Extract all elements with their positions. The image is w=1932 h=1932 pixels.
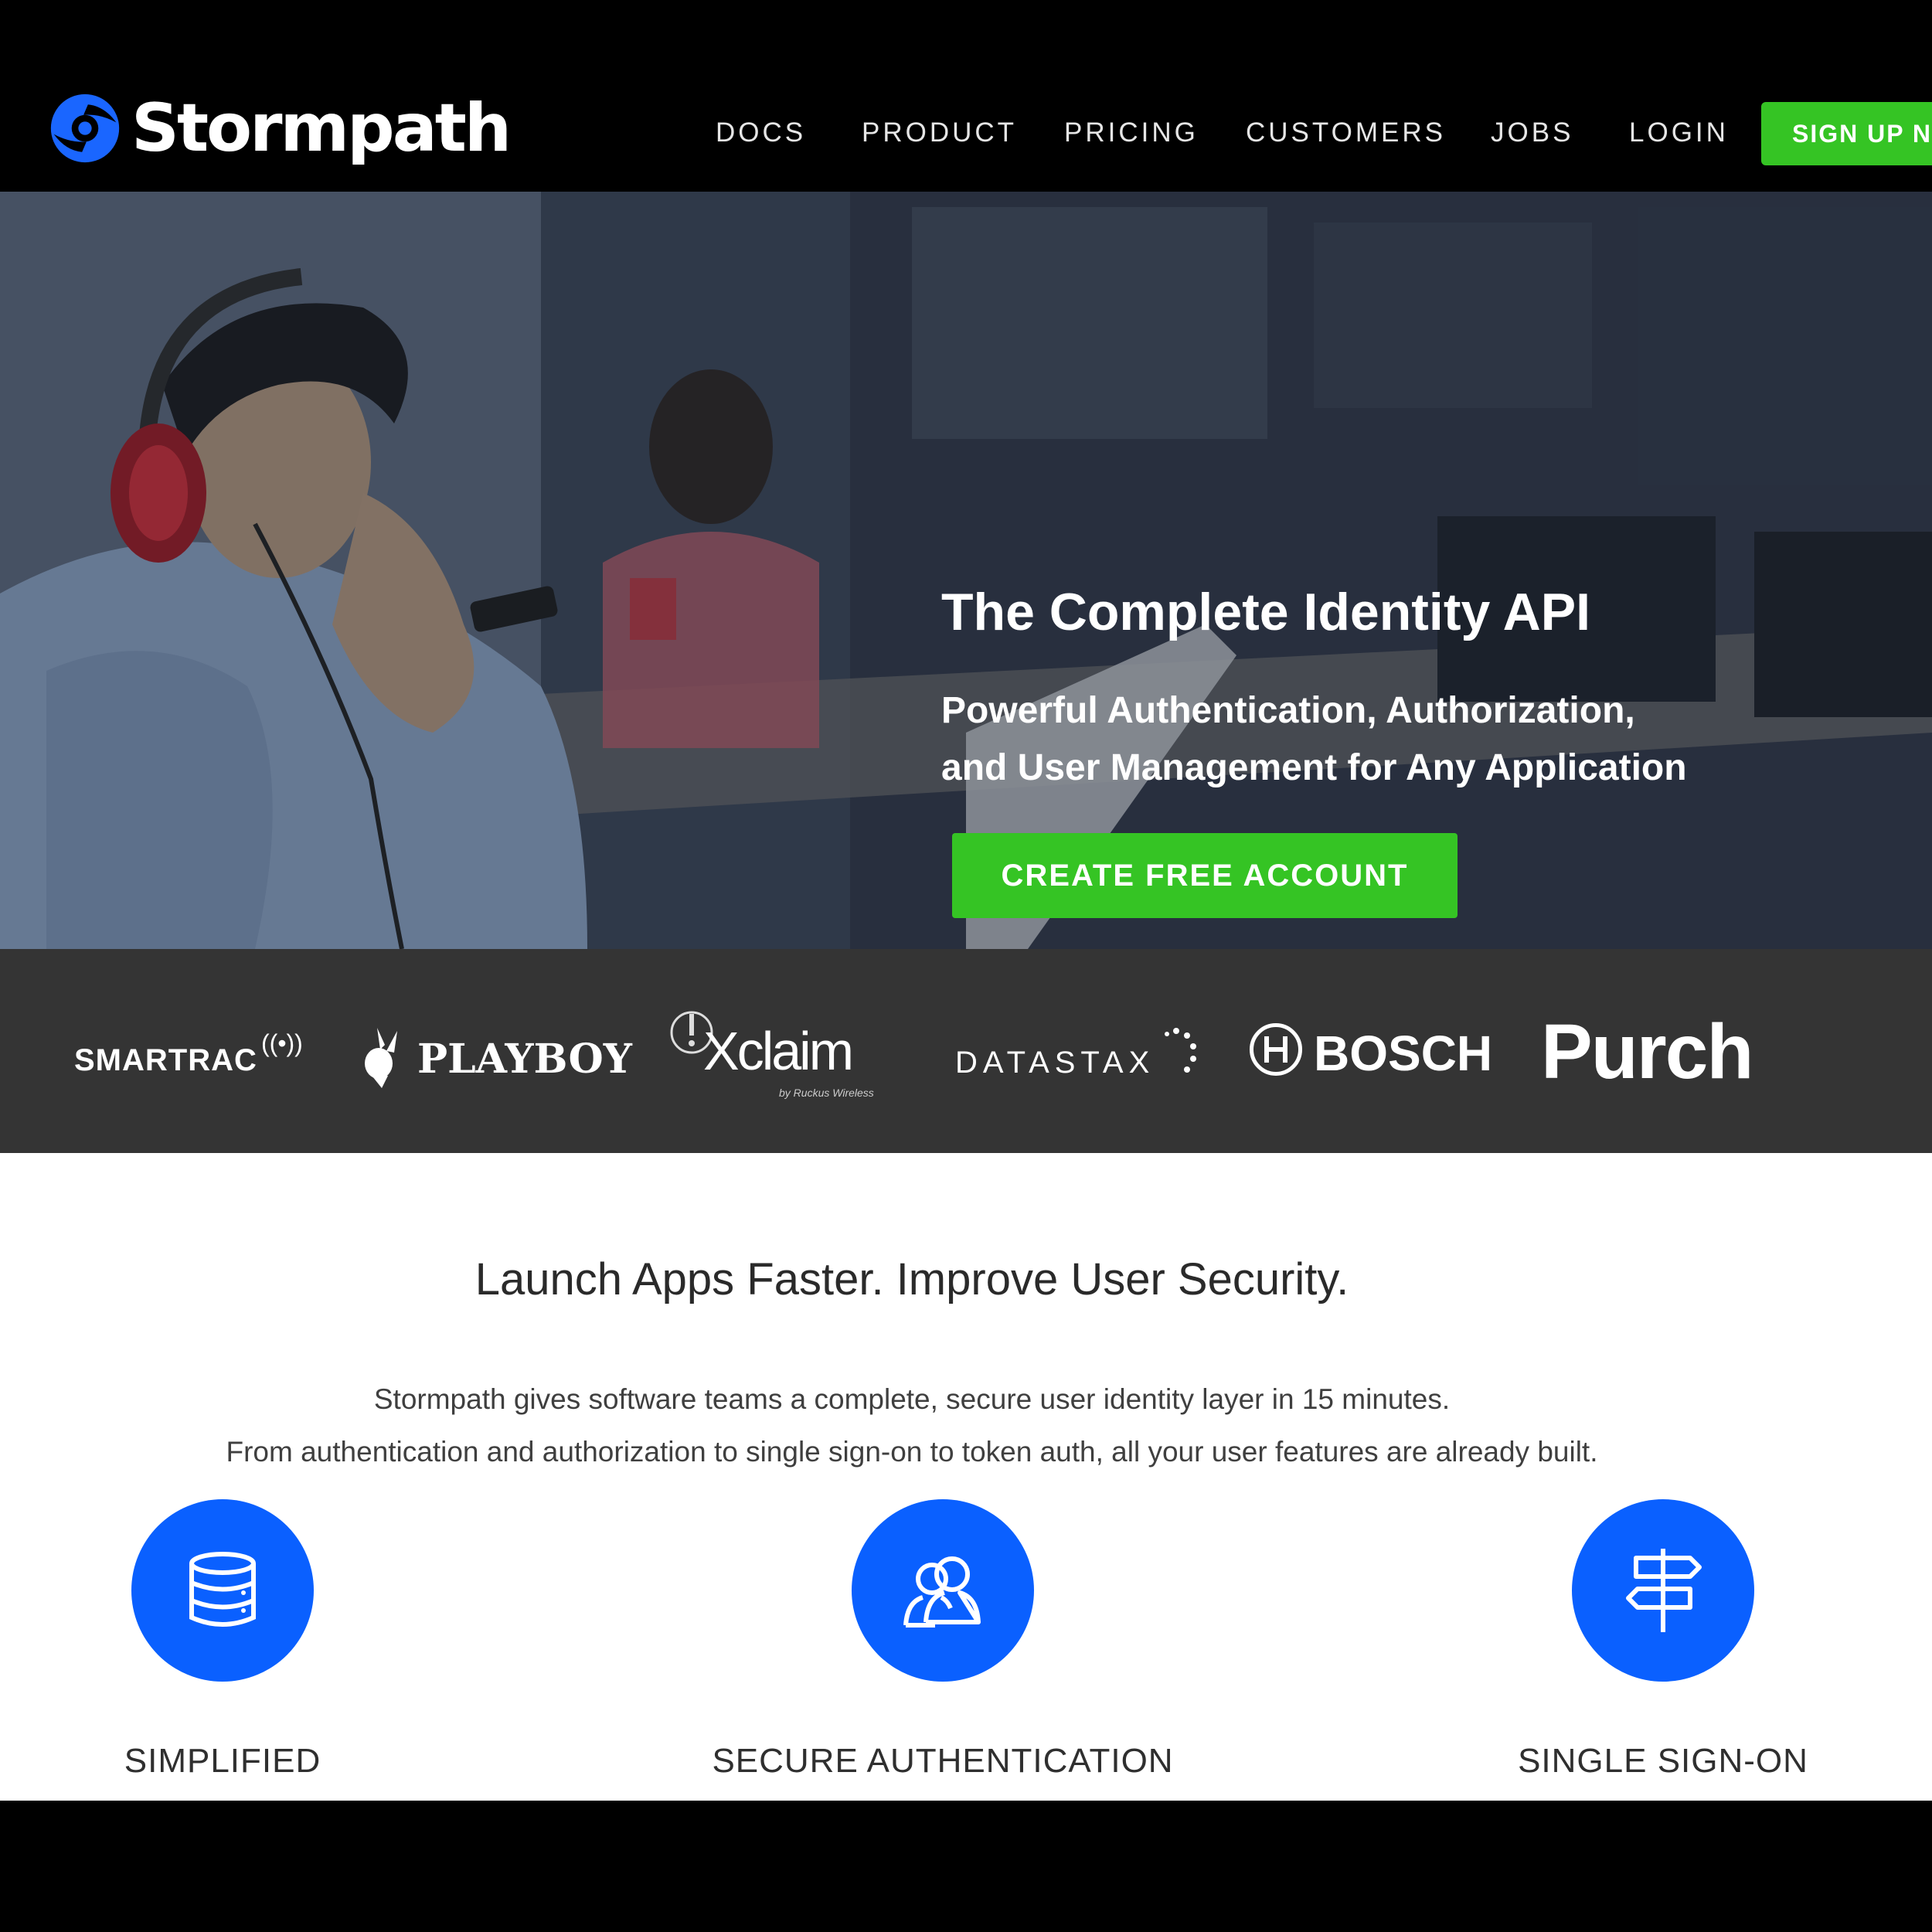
intro-paragraph-line-1: Stormpath gives software teams a complet… bbox=[373, 1383, 1451, 1415]
stormpath-logo-icon bbox=[50, 94, 120, 163]
sign-up-button[interactable]: SIGN UP N bbox=[1761, 102, 1932, 165]
nav-jobs[interactable]: JOBS bbox=[1491, 114, 1573, 151]
top-navigation: Stormpath DOCS PRODUCT PRICING CUSTOMERS… bbox=[0, 0, 1932, 192]
datastax-dots-icon bbox=[1153, 1025, 1199, 1087]
smartrac-logo: SMARTRAC bbox=[74, 1043, 257, 1077]
feature-simplified-circle bbox=[131, 1499, 314, 1682]
users-icon bbox=[903, 1556, 981, 1628]
wireless-signal-icon: ((•)) bbox=[261, 1029, 303, 1057]
playboy-logo: PLAYBOY bbox=[417, 1036, 632, 1083]
bosch-armature-icon bbox=[1250, 1023, 1302, 1076]
intro-heading: Launch Apps Faster. Improve User Securit… bbox=[474, 1254, 1349, 1304]
feature-simplified-label: SIMPLIFIED bbox=[124, 1742, 321, 1780]
nav-customers[interactable]: CUSTOMERS bbox=[1246, 114, 1446, 151]
nav-product[interactable]: PRODUCT bbox=[862, 114, 1017, 151]
datastax-logo: DATASTAX bbox=[955, 1046, 1155, 1080]
feature-single-sign-on-circle bbox=[1572, 1499, 1754, 1682]
hero-subtitle: Powerful Authentication, Authorization, … bbox=[941, 682, 1869, 797]
intro-section: Launch Apps Faster. Improve User Securit… bbox=[0, 1153, 1932, 1801]
database-icon bbox=[189, 1552, 256, 1627]
xclaim-logo: Xclaim bbox=[703, 1021, 854, 1081]
hero-section: The Complete Identity API Powerful Authe… bbox=[0, 192, 1932, 949]
nav-login[interactable]: LOGIN bbox=[1629, 114, 1729, 151]
hero-title: The Complete Identity API bbox=[941, 583, 1591, 641]
signpost-icon bbox=[1626, 1549, 1702, 1632]
xclaim-tagline: by Ruckus Wireless bbox=[779, 1087, 874, 1099]
feature-secure-authentication-circle bbox=[852, 1499, 1034, 1682]
customer-logos-strip: SMARTRAC ((•)) PLAYBOY Xclaim by Ruckus … bbox=[0, 949, 1932, 1153]
feature-secure-authentication-label: SECURE AUTHENTICATION bbox=[712, 1742, 1174, 1780]
nav-pricing[interactable]: PRICING bbox=[1064, 114, 1199, 151]
hero-subtitle-line-1: Powerful Authentication, Authorization, bbox=[941, 690, 1635, 731]
logo-text: Stormpath bbox=[131, 90, 512, 167]
bosch-logo: BOSCH bbox=[1314, 1026, 1493, 1081]
nav-docs[interactable]: DOCS bbox=[716, 114, 806, 151]
playboy-bunny-icon bbox=[363, 1026, 406, 1100]
purch-logo: Purch bbox=[1541, 1009, 1753, 1095]
stormpath-logo[interactable]: Stormpath bbox=[48, 90, 512, 167]
hero-subtitle-line-2: and User Management for Any Application bbox=[941, 747, 1687, 788]
feature-single-sign-on-label: SINGLE SIGN-ON bbox=[1518, 1742, 1808, 1780]
create-free-account-button[interactable]: CREATE FREE ACCOUNT bbox=[952, 833, 1458, 918]
intro-paragraph-line-2: From authentication and authorization to… bbox=[226, 1436, 1598, 1468]
